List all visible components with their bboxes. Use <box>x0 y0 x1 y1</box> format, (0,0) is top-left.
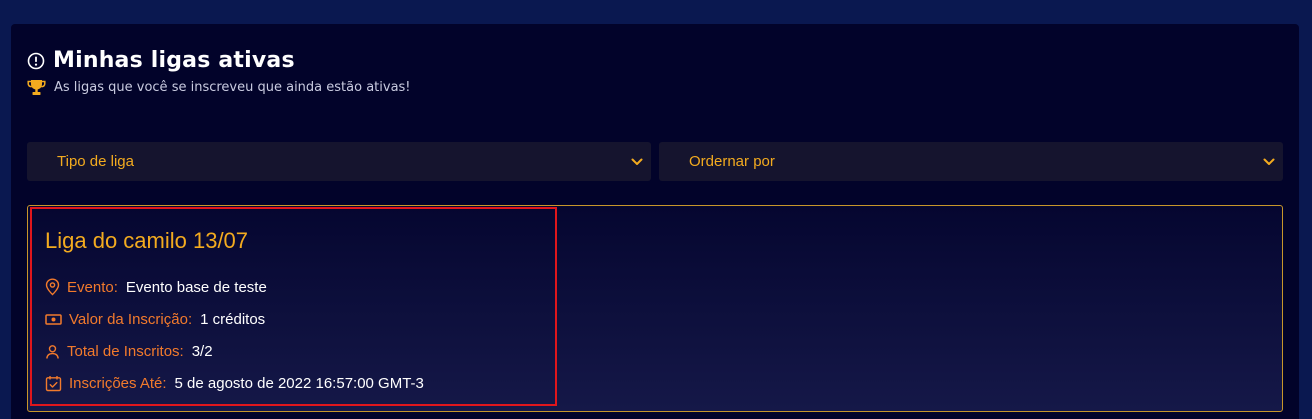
league-title: Liga do camilo 13/07 <box>45 228 249 253</box>
subscribers-label: Total de Inscritos: <box>67 343 184 360</box>
page-subtitle: As ligas que você se inscreveu que ainda… <box>54 80 411 95</box>
league-card[interactable]: Liga do camilo 13/07 Evento: Evento base… <box>27 205 1283 412</box>
user-icon <box>46 344 59 359</box>
map-pin-icon <box>45 278 60 296</box>
league-subscribers-row: Total de Inscritos: 3/2 <box>45 343 213 360</box>
page-header: Minhas ligas ativas As ligas que você se… <box>27 48 411 96</box>
league-deadline-row: Inscrições Até: 5 de agosto de 2022 16:5… <box>45 375 424 392</box>
active-leagues-panel: Minhas ligas ativas As ligas que você se… <box>11 24 1299 419</box>
event-value: Evento base de teste <box>125 278 267 296</box>
subscribers-value: 3/2 <box>191 343 213 360</box>
title-row: Minhas ligas ativas <box>27 48 411 73</box>
league-price-row: Valor da Inscrição: 1 créditos <box>45 311 265 328</box>
order-by-select[interactable]: Ordernar por <box>659 142 1283 181</box>
deadline-value: 5 de agosto de 2022 16:57:00 GMT-3 <box>174 375 424 392</box>
order-by-select-value: Ordernar por <box>689 153 775 170</box>
page-title: Minhas ligas ativas <box>53 48 295 73</box>
calendar-check-icon <box>45 376 62 392</box>
event-label: Evento: <box>67 278 118 296</box>
chevron-down-icon <box>1263 158 1275 165</box>
alert-circle-icon <box>27 52 45 69</box>
league-event-row: Evento: Evento base de teste <box>45 278 267 296</box>
league-type-select[interactable]: Tipo de liga <box>27 142 651 181</box>
money-icon <box>45 314 62 325</box>
trophy-icon <box>27 80 46 95</box>
deadline-label: Inscrições Até: <box>69 375 167 392</box>
price-value: 1 créditos <box>200 311 266 328</box>
subtitle-row: As ligas que você se inscreveu que ainda… <box>27 79 411 96</box>
chevron-down-icon <box>631 158 643 165</box>
league-type-select-value: Tipo de liga <box>57 153 134 170</box>
price-label: Valor da Inscrição: <box>69 311 193 328</box>
